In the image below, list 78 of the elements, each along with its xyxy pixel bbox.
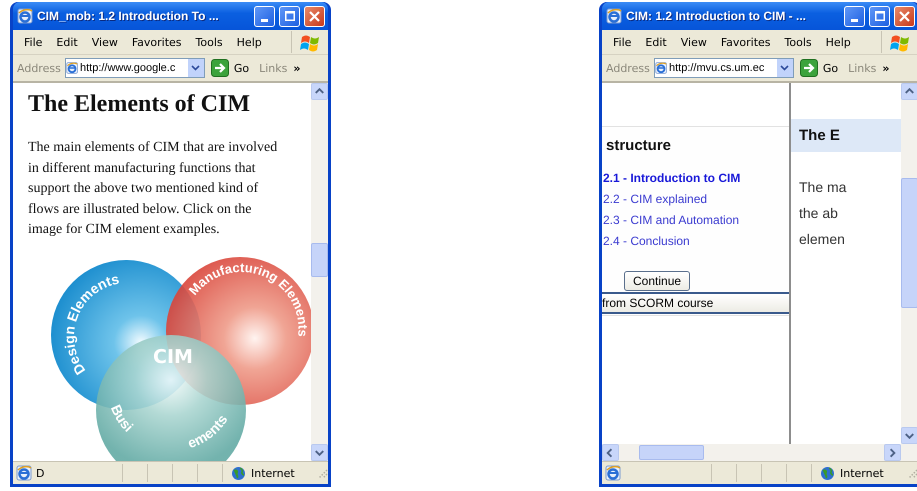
section-heading: The E (791, 119, 901, 152)
dropdown-button[interactable] (776, 59, 793, 77)
scrollbar-thumb[interactable] (901, 178, 917, 308)
address-label: Address (606, 62, 650, 74)
menu-item[interactable]: Edit (638, 34, 674, 50)
go-button[interactable]: Go (798, 59, 844, 77)
navigation-link[interactable]: 2.3 - CIM and Automation (602, 210, 789, 231)
address-label: Address (17, 62, 61, 74)
zone-text: Internet (840, 466, 884, 480)
maximize-button[interactable] (869, 6, 890, 26)
zone-text: Internet (251, 466, 295, 480)
body-text: elemen (798, 230, 846, 249)
navigation-link[interactable]: 2.1 - Introduction to CIM (602, 168, 789, 189)
ie-page-icon (654, 60, 667, 76)
menu-item[interactable]: Favorites (124, 34, 189, 50)
navigation-link[interactable]: 2.4 - Conclusion (602, 231, 789, 252)
dropdown-button[interactable] (186, 59, 204, 77)
status-text: D (36, 466, 44, 480)
menu-item[interactable]: File (17, 34, 50, 50)
address-field[interactable]: http://mvu.cs.um.ec (654, 58, 794, 78)
minimize-button[interactable] (844, 6, 865, 26)
body-paragraph: The main elements of CIM that are involved in different manufacturing functions that support the above two mentioned kind of flows are illustrated below. Click on the image for CIM element examples. (28, 139, 278, 239)
go-button[interactable]: Go (208, 59, 256, 77)
menu-item[interactable]: Favorites (714, 34, 778, 50)
continue-button[interactable]: Continue (624, 271, 690, 291)
close-icon (309, 10, 320, 22)
exit-button[interactable]: from SCORM course (602, 292, 789, 314)
scroll-up-button[interactable] (311, 83, 328, 100)
resize-grip-icon (316, 467, 328, 479)
close-icon (899, 10, 910, 22)
scroll-down-button[interactable] (901, 427, 917, 444)
menu-item[interactable]: Edit (49, 34, 85, 50)
more-button[interactable]: » (293, 62, 300, 74)
scrollbar-thumb[interactable] (639, 445, 704, 460)
caret-icon (780, 65, 790, 71)
page-heading: The Elements of CIM (28, 91, 251, 118)
menu-item[interactable]: Tools (778, 34, 819, 50)
scroll-left-button[interactable] (602, 444, 619, 461)
caret-icon (191, 65, 200, 71)
vertical-scrollbar[interactable] (311, 83, 328, 461)
body-text: the ab (798, 204, 839, 223)
menu-item[interactable]: Tools (188, 34, 230, 50)
menu-item[interactable]: Help (230, 34, 269, 50)
ie-page-icon (17, 8, 33, 24)
close-button[interactable] (894, 6, 915, 26)
arrow-right-icon (800, 59, 818, 77)
ie-page-icon (606, 8, 622, 24)
ie-page-icon (16, 465, 32, 481)
globe-icon (820, 466, 835, 480)
navigation-heading: structure (606, 137, 672, 154)
address-field[interactable]: http://www.google.c (64, 58, 205, 78)
minimize-icon (851, 18, 858, 22)
scroll-right-button[interactable] (884, 444, 901, 461)
maximize-icon (284, 11, 294, 21)
ie-page-icon (66, 60, 78, 76)
scrollbar-thumb[interactable] (311, 243, 328, 277)
minimize-button[interactable] (254, 6, 275, 26)
arrow-right-icon (210, 59, 229, 77)
maximize-icon (874, 11, 884, 21)
close-button[interactable] (304, 6, 325, 26)
menu-item[interactable]: View (674, 34, 714, 50)
navigation-link[interactable]: 2.2 - CIM explained (602, 189, 789, 210)
minimize-icon (261, 18, 268, 22)
window-title: CIM: 1.2 Introduction to CIM - ... (626, 9, 807, 23)
menu-item[interactable]: File (606, 34, 638, 50)
menu-item[interactable]: View (84, 34, 125, 50)
maximize-button[interactable] (279, 6, 300, 26)
body-text: The ma (798, 178, 848, 197)
vertical-scrollbar[interactable] (901, 83, 917, 444)
globe-icon (231, 466, 246, 480)
window-title: CIM_mob: 1.2 Introduction To ... (37, 9, 220, 23)
ie-page-icon (605, 465, 621, 481)
horizontal-scrollbar[interactable] (602, 444, 917, 461)
resize-grip-icon (906, 467, 917, 479)
menu-item[interactable]: Help (818, 34, 858, 50)
more-button[interactable]: » (882, 62, 890, 74)
scroll-up-button[interactable] (901, 83, 917, 100)
scroll-down-button[interactable] (311, 444, 328, 461)
